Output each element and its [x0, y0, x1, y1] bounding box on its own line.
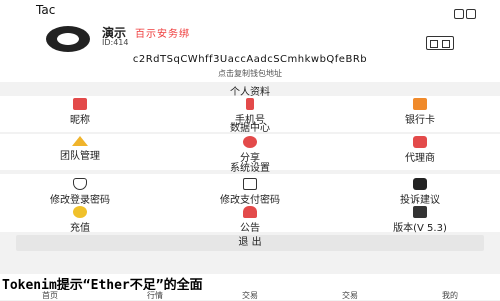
- battery-icon: [466, 9, 476, 19]
- wallet-address[interactable]: c2RdTSqCWhff3UaccAadcSCmhkwbQfeBRb: [0, 54, 500, 65]
- tab-mine[interactable]: 我的: [420, 290, 480, 301]
- tab-market[interactable]: 行情: [125, 290, 185, 301]
- menu-item-recharge[interactable]: 充值: [20, 204, 140, 234]
- menu-item-pay-password[interactable]: 修改支付密码: [190, 176, 310, 206]
- wifi-icon: [454, 9, 464, 19]
- avatar[interactable]: [46, 26, 90, 52]
- logout-button[interactable]: 退 出: [16, 235, 484, 251]
- id-card-icon: [73, 98, 87, 110]
- tab-exchange[interactable]: 交易: [320, 290, 380, 301]
- bank-card-icon: [413, 98, 427, 110]
- shield-icon: [73, 178, 87, 190]
- user-badge: 百示安务绑: [135, 29, 190, 40]
- section-title-system: 系统设置: [230, 163, 270, 174]
- system-rows: 修改登录密码 修改支付密码 投诉建议 充值 公告 版本(V 5.3): [0, 174, 500, 234]
- download-icon: [413, 206, 427, 218]
- section-title-data: 数据中心: [230, 123, 270, 134]
- status-icons: [452, 4, 492, 19]
- lock-icon: [243, 178, 257, 190]
- copy-address-hint[interactable]: 点击复制钱包地址: [0, 68, 500, 79]
- menu-item-login-password[interactable]: 修改登录密码: [20, 176, 140, 206]
- tab-trade[interactable]: 交易: [220, 290, 280, 301]
- status-title: Tac: [36, 3, 56, 17]
- agent-icon: [413, 136, 427, 148]
- phone-icon: [246, 98, 254, 110]
- qr-code-icon[interactable]: [426, 36, 454, 50]
- menu-item-feedback[interactable]: 投诉建议: [360, 176, 480, 206]
- status-bar: Tac: [0, 0, 500, 20]
- menu-item-notice[interactable]: 公告: [190, 204, 310, 234]
- overlay-banner-text: Tokenim提示“Ether不足”的全面: [0, 274, 500, 290]
- bell-icon: [243, 206, 257, 218]
- coin-icon: [73, 206, 87, 218]
- profile-card: 演示 百示安务绑 ID:414 c2RdTSqCWhff3UaccAadcSCm…: [0, 20, 500, 82]
- menu-item-team[interactable]: 团队管理: [20, 134, 140, 162]
- user-id: ID:414: [102, 38, 129, 47]
- crown-icon: [72, 136, 88, 146]
- share-icon: [243, 136, 257, 148]
- menu-item-version[interactable]: 版本(V 5.3): [360, 204, 480, 234]
- chat-icon: [413, 178, 427, 190]
- bottom-tab-bar: 首页 行情 交易 交易 我的: [0, 290, 500, 300]
- tab-home[interactable]: 首页: [20, 290, 80, 301]
